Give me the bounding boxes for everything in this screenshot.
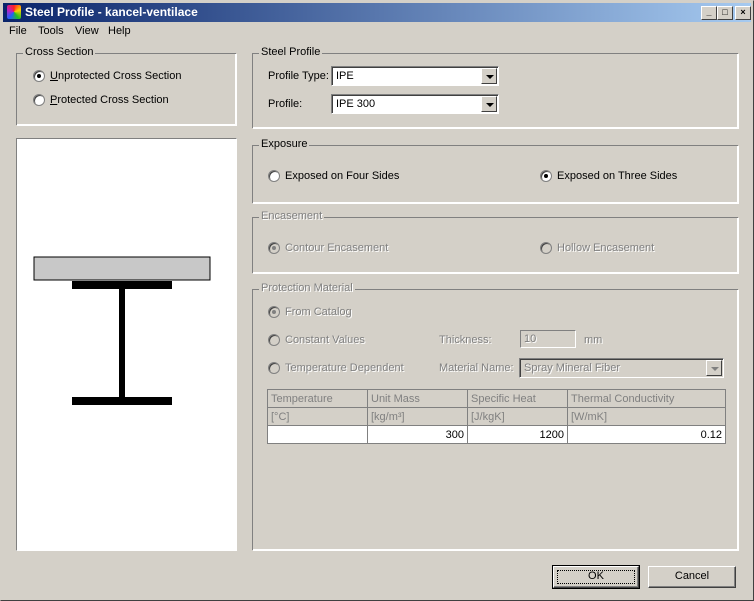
thickness-unit: mm [584, 334, 603, 346]
cancel-button[interactable]: Cancel [648, 566, 736, 588]
col-specific-heat: Specific Heat [467, 389, 568, 408]
cross-section-preview [16, 138, 237, 551]
profile-value: IPE 300 [336, 98, 376, 110]
unit-temperature: [°C] [267, 407, 368, 426]
material-name-value: Spray Mineral Fiber [524, 362, 620, 374]
table-header-row: Temperature Unit Mass Specific Heat Ther… [267, 389, 726, 408]
concrete-slab [33, 256, 211, 281]
unprotected-text: nprotected Cross Section [57, 70, 182, 82]
constant-values-radio[interactable] [268, 334, 280, 346]
temperature-dependent-label[interactable]: Temperature Dependent [285, 362, 404, 374]
profile-select[interactable]: IPE 300 [331, 94, 499, 114]
from-catalog-label[interactable]: From Catalog [285, 306, 352, 318]
protected-radio[interactable] [33, 94, 45, 106]
menu-view[interactable]: View [75, 25, 99, 37]
cell-specific-heat[interactable]: 1200 [467, 425, 568, 444]
cross-section-group: Cross Section Unprotected Cross Section … [16, 46, 236, 125]
exposure-title: Exposure [259, 138, 310, 150]
thickness-field[interactable]: 10 [520, 330, 576, 348]
radio-selected-dot [37, 74, 41, 78]
title-bar[interactable]: Steel Profile - kancel-ventilace _ □ × [3, 3, 751, 22]
three-sides-label[interactable]: Exposed on Three Sides [557, 170, 677, 182]
web [119, 289, 125, 397]
contour-label[interactable]: Contour Encasement [285, 242, 388, 254]
protected-text: rotected Cross Section [57, 94, 169, 106]
cancel-label: Cancel [674, 570, 710, 582]
exposure-group: Exposure Exposed on Four Sides Exposed o… [252, 138, 738, 203]
bottom-flange [72, 397, 172, 405]
ok-label: OK [588, 570, 604, 582]
chevron-down-icon[interactable] [481, 68, 497, 84]
thickness-label: Thickness: [439, 334, 492, 346]
unit-specific-heat: [J/kgK] [467, 407, 568, 426]
profile-type-value: IPE [336, 70, 354, 82]
window-title: Steel Profile - kancel-ventilace [25, 5, 198, 19]
col-thermal-conductivity: Thermal Conductivity [567, 389, 726, 408]
steel-profile-title: Steel Profile [259, 46, 323, 58]
profile-label: Profile: [268, 98, 303, 110]
radio-selected-dot [544, 174, 548, 178]
cell-unit-mass[interactable]: 300 [367, 425, 468, 444]
radio-selected-dot [272, 246, 276, 250]
protection-material-title: Protection Material [259, 282, 355, 294]
ipe-profile-drawing [33, 256, 211, 405]
four-sides-radio[interactable] [268, 170, 280, 182]
radio-selected-dot [272, 310, 276, 314]
cell-thermal-conductivity[interactable]: 0.12 [567, 425, 726, 444]
steel-profile-group: Steel Profile Profile Type: IPE Profile:… [252, 46, 738, 128]
hollow-label[interactable]: Hollow Encasement [557, 242, 654, 254]
unit-unit-mass: [kg/m³] [367, 407, 468, 426]
cell-temperature[interactable] [267, 425, 368, 444]
unprotected-radio[interactable] [33, 70, 45, 82]
menu-file[interactable]: File [9, 25, 27, 37]
unprotected-label[interactable]: Unprotected Cross Section [50, 70, 181, 82]
chevron-down-icon[interactable] [481, 96, 497, 112]
chevron-down-icon[interactable] [706, 360, 722, 376]
hollow-radio[interactable] [540, 242, 552, 254]
unit-thermal-conductivity: [W/mK] [567, 407, 726, 426]
cross-section-title: Cross Section [23, 46, 96, 58]
temperature-dependent-radio[interactable] [268, 362, 280, 374]
col-temperature: Temperature [267, 389, 368, 408]
table-units-row: [°C] [kg/m³] [J/kgK] [W/mK] [267, 407, 726, 426]
three-sides-radio[interactable] [540, 170, 552, 182]
col-unit-mass: Unit Mass [367, 389, 468, 408]
thickness-value: 10 [524, 333, 537, 345]
four-sides-label[interactable]: Exposed on Four Sides [285, 170, 399, 182]
steel-profile-window: Steel Profile - kancel-ventilace _ □ × F… [0, 0, 754, 601]
close-button[interactable]: × [735, 6, 751, 20]
encasement-title: Encasement [259, 210, 325, 222]
material-name-select[interactable]: Spray Mineral Fiber [519, 358, 724, 378]
material-properties-table: Temperature Unit Mass Specific Heat Ther… [267, 389, 726, 444]
top-flange [72, 281, 172, 289]
menu-help[interactable]: Help [108, 25, 131, 37]
protected-label[interactable]: Protected Cross Section [50, 94, 169, 106]
constant-values-label[interactable]: Constant Values [285, 334, 365, 346]
ok-button[interactable]: OK [552, 565, 640, 589]
app-icon [7, 5, 21, 19]
material-name-label: Material Name: [439, 362, 514, 374]
maximize-button[interactable]: □ [717, 6, 733, 20]
menu-tools[interactable]: Tools [38, 25, 64, 37]
profile-type-select[interactable]: IPE [331, 66, 499, 86]
encasement-group: Encasement Contour Encasement Hollow Enc… [252, 210, 738, 273]
table-row[interactable]: 300 1200 0.12 [267, 425, 726, 444]
profile-type-label: Profile Type: [268, 70, 329, 82]
from-catalog-radio[interactable] [268, 306, 280, 318]
contour-radio[interactable] [268, 242, 280, 254]
minimize-button[interactable]: _ [701, 6, 717, 20]
menu-bar: File Tools View Help [3, 23, 751, 41]
